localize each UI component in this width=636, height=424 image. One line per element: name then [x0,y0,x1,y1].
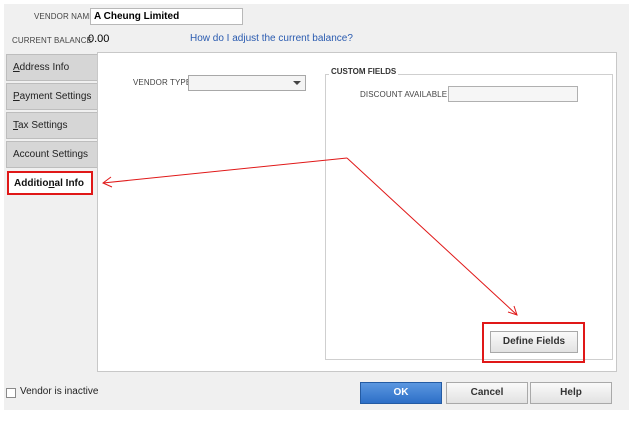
discount-available-label: DISCOUNT AVAILABLE [360,90,448,99]
vendor-name-input[interactable]: A Cheung Limited [90,8,243,25]
custom-fields-title: CUSTOM FIELDS [329,67,399,76]
vendor-name-label: VENDOR NAME [34,12,95,21]
tab-tax-settings[interactable]: Tax Settings [6,112,99,139]
vendor-type-label: VENDOR TYPE [133,78,192,87]
vendor-inactive-label: Vendor is inactive [20,386,99,397]
tab-additional-info[interactable]: Additional Info [7,171,93,195]
custom-fields-group [325,74,613,360]
vendor-type-select[interactable] [188,75,306,91]
ok-button[interactable]: OK [360,382,442,404]
help-button[interactable]: Help [530,382,612,404]
discount-available-input[interactable] [448,86,578,102]
vendor-dialog: VENDOR NAME A Cheung Limited CURRENT BAL… [4,4,629,410]
current-balance-label: CURRENT BALANCE [12,36,93,45]
tab-address-info[interactable]: Address Info [6,54,99,81]
cancel-button[interactable]: Cancel [446,382,528,404]
tab-payment-settings[interactable]: Payment Settings [6,83,99,110]
define-fields-highlight [482,322,585,363]
vendor-inactive-checkbox[interactable] [6,388,16,398]
current-balance-value: 0.00 [88,33,110,45]
tab-account-settings[interactable]: Account Settings [6,141,99,168]
chevron-down-icon [293,81,301,85]
adjust-balance-link[interactable]: How do I adjust the current balance? [190,33,353,44]
